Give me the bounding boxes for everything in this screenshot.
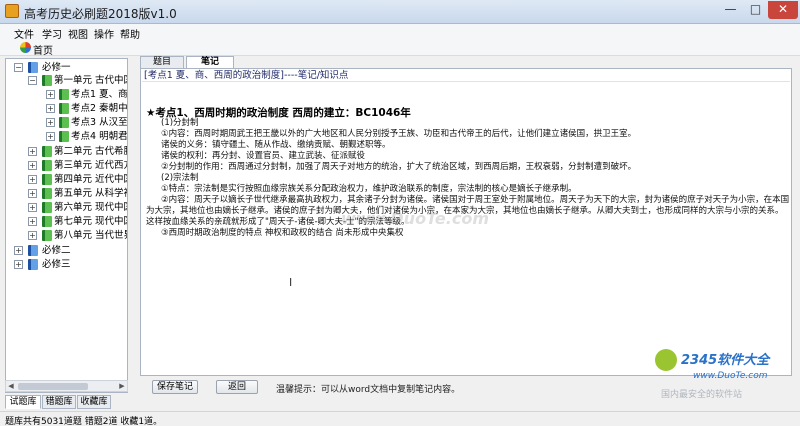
- watermark: www.DuoTe.com: [341, 209, 489, 228]
- collapse-icon[interactable]: −: [14, 63, 23, 72]
- status-text: 题库共有5031道题 错题2道 收藏1道。: [5, 417, 163, 426]
- menu-help[interactable]: 帮助: [120, 26, 140, 41]
- logo-slogan: 国内最安全的软件站: [661, 390, 743, 400]
- tree-item-label: 考点2 秦朝中: [71, 103, 128, 114]
- book-icon: [42, 230, 52, 241]
- book-icon: [59, 131, 69, 142]
- expand-icon[interactable]: +: [14, 260, 23, 269]
- logo-icon: [655, 349, 677, 371]
- book-icon: [42, 188, 52, 199]
- tree-item-label: 必修三: [42, 259, 71, 270]
- tree-item-label: 第三单元 近代西方: [54, 160, 128, 171]
- expand-icon[interactable]: +: [14, 246, 23, 255]
- tab-wrong-questions[interactable]: 错题库: [42, 395, 76, 409]
- toolbar: 首页: [0, 40, 800, 57]
- tab-notes[interactable]: 笔记: [186, 56, 234, 68]
- expand-icon[interactable]: +: [28, 147, 37, 156]
- tip-text: 温馨提示：可以从word文档中复制笔记内容。: [276, 385, 461, 395]
- home-button[interactable]: 首页: [33, 42, 53, 57]
- expand-icon[interactable]: +: [28, 175, 37, 184]
- expand-icon[interactable]: +: [28, 217, 37, 226]
- title-bar[interactable]: 高考历史必刷题2018版v1.0 — □ ✕: [0, 0, 800, 24]
- expand-icon[interactable]: +: [46, 118, 55, 127]
- note-line: 诸侯的权利：再分封、设置官员、建立武装、征派赋役: [161, 151, 366, 161]
- expand-icon[interactable]: +: [46, 90, 55, 99]
- tree-item-label: 第二单元 古代希腊: [54, 146, 128, 157]
- scroll-right-icon[interactable]: ▶: [117, 381, 127, 391]
- collapse-icon[interactable]: −: [28, 76, 37, 85]
- tree-horizontal-scrollbar[interactable]: ◀ ▶: [5, 380, 128, 392]
- logo-name: 2345软件大全: [681, 353, 770, 368]
- tab-question-bank[interactable]: 试题库: [5, 395, 41, 409]
- book-icon: [28, 245, 38, 256]
- menu-bar: 文件 学习 视图 操作 帮助: [0, 24, 800, 41]
- tab-favorites[interactable]: 收藏库: [77, 395, 111, 409]
- note-line: ③西周时期政治制度的特点 神权和政权的结合 尚未形成中央集权: [161, 228, 404, 238]
- book-icon: [28, 259, 38, 270]
- book-icon: [28, 62, 38, 73]
- tree-item-label: 必修一: [42, 62, 71, 73]
- text-cursor-icon: I: [289, 276, 293, 289]
- breadcrumb: [考点1 夏、商、西周的政治制度]----笔记/知识点: [142, 70, 790, 82]
- expand-icon[interactable]: +: [46, 104, 55, 113]
- tab-question[interactable]: 题目: [140, 56, 184, 68]
- back-button[interactable]: 返回: [216, 380, 258, 394]
- logo-url: www.DuoTe.com: [693, 371, 768, 381]
- tree-item-label: 第八单元 当代世界: [54, 230, 128, 241]
- minimize-button[interactable]: —: [718, 1, 743, 19]
- library-tabs: 试题库 错题库 收藏库: [5, 395, 128, 409]
- window-title: 高考历史必刷题2018版v1.0: [24, 7, 177, 21]
- tree-item-label: 第一单元 古代中国: [54, 75, 128, 86]
- book-icon: [59, 89, 69, 100]
- status-bar: 题库共有5031道题 错题2道 收藏1道。: [0, 411, 800, 426]
- book-icon: [42, 75, 52, 86]
- tree-item-label: 考点4 明朝君: [71, 131, 128, 142]
- save-note-button[interactable]: 保存笔记: [152, 380, 198, 394]
- menu-operation[interactable]: 操作: [94, 26, 114, 41]
- tree-item-label: 第五单元 从科学社: [54, 188, 128, 199]
- book-icon: [59, 117, 69, 128]
- note-line: 诸侯的义务：镇守疆土、随从作战、缴纳贡赋、朝觐述职等。: [161, 140, 391, 150]
- expand-icon[interactable]: +: [28, 231, 37, 240]
- scrollbar-thumb[interactable]: [18, 383, 88, 390]
- note-line: ①特点：宗法制是实行按照血缘宗族关系分配政治权力，维护政治联系的制度，宗法制的核…: [161, 184, 577, 194]
- chapter-tree[interactable]: − 必修一 − 第一单元 古代中国 + 考点1 夏、商 + 考点2 秦朝中 + …: [5, 58, 128, 393]
- expand-icon[interactable]: +: [28, 189, 37, 198]
- home-icon[interactable]: [20, 42, 31, 53]
- expand-icon[interactable]: +: [28, 203, 37, 212]
- app-icon: [5, 4, 19, 18]
- brand-logo: 2345软件大全 www.DuoTe.com 国内最安全的软件站: [655, 345, 795, 400]
- close-button[interactable]: ✕: [768, 1, 798, 19]
- note-line: ①内容：西周时期周武王把王畿以外的广大地区和人民分别授予王族、功臣和古代帝王的后…: [161, 129, 637, 139]
- notes-panel[interactable]: [考点1 夏、商、西周的政治制度]----笔记/知识点 ★考点1、西周时期的政治…: [140, 68, 792, 376]
- book-icon: [42, 202, 52, 213]
- expand-icon[interactable]: +: [46, 132, 55, 141]
- book-icon: [59, 103, 69, 114]
- book-icon: [42, 174, 52, 185]
- book-icon: [42, 216, 52, 227]
- menu-file[interactable]: 文件: [14, 26, 34, 41]
- maximize-button[interactable]: □: [743, 1, 768, 19]
- note-line: (2)宗法制: [161, 173, 199, 183]
- note-line: ②分封制的作用：西周通过分封制，加强了周天子对地方的统治，扩大了统治区域，到西周…: [161, 162, 637, 172]
- tree-item-label: 考点1 夏、商: [71, 89, 128, 100]
- tree-item-label: 考点3 从汉至: [71, 117, 128, 128]
- tree-item-label: 第四单元 近代中国: [54, 174, 128, 185]
- book-icon: [42, 160, 52, 171]
- note-line: (1)分封制: [161, 118, 199, 128]
- tree-item-label: 必修二: [42, 245, 71, 256]
- tree-item-label: 第六单元 现代中国: [54, 202, 128, 213]
- note-line: ②内容：周天子以嫡长子世代继承最高执政权力，其余诸子分封为诸侯。诸侯国对于周王室…: [161, 195, 790, 205]
- expand-icon[interactable]: +: [28, 161, 37, 170]
- scroll-left-icon[interactable]: ◀: [6, 381, 16, 391]
- book-icon: [42, 146, 52, 157]
- menu-view[interactable]: 视图: [68, 26, 88, 41]
- menu-study[interactable]: 学习: [42, 26, 62, 41]
- tree-item-label: 第七单元 现代中国: [54, 216, 128, 227]
